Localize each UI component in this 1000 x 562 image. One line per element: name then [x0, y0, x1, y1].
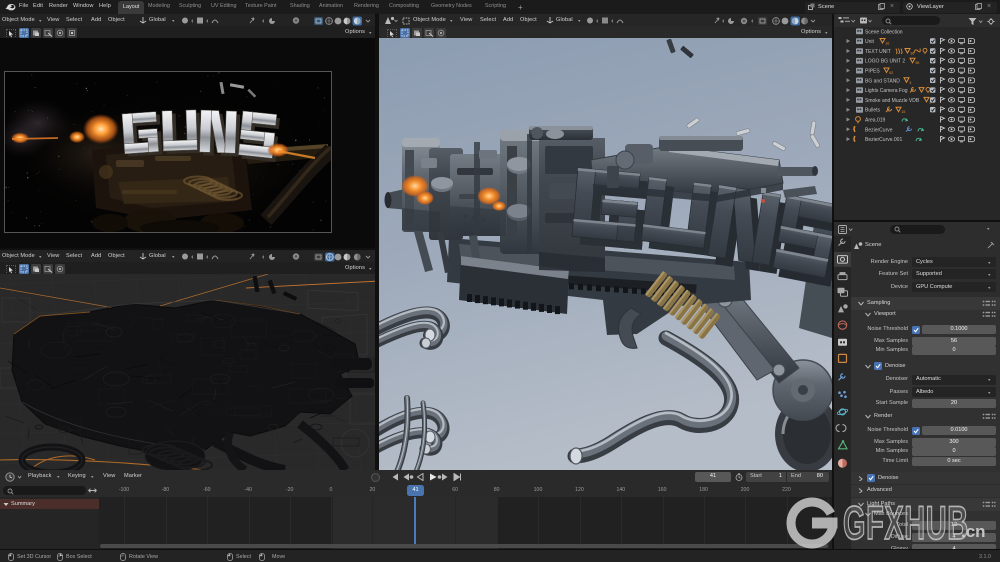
svg-text:Lights Camera Fog: Lights Camera Fog: [865, 88, 908, 94]
svg-text:3: 3: [909, 81, 911, 85]
svg-text:98: 98: [915, 61, 919, 65]
svg-text:PIPES: PIPES: [865, 69, 880, 75]
svg-text:15: 15: [901, 110, 905, 114]
svg-text:LOGO BG UNIT 2: LOGO BG UNIT 2: [865, 59, 905, 65]
svg-text:Unit: Unit: [865, 39, 875, 45]
svg-text:BG and STAND: BG and STAND: [865, 78, 900, 84]
svg-text:Bullets: Bullets: [865, 108, 881, 114]
svg-text:Area.019: Area.019: [865, 118, 886, 124]
svg-text:Smoke and Muzzle VDB: Smoke and Muzzle VDB: [865, 98, 920, 104]
svg-text:16: 16: [885, 42, 889, 46]
svg-text:BezierCurve: BezierCurve: [865, 127, 893, 133]
svg-text:Scene Collection: Scene Collection: [865, 29, 903, 35]
svg-text:BezierCurve.001: BezierCurve.001: [865, 137, 902, 143]
svg-text:62: 62: [889, 71, 893, 75]
svg-text:TEXT UNIT: TEXT UNIT: [865, 49, 891, 55]
